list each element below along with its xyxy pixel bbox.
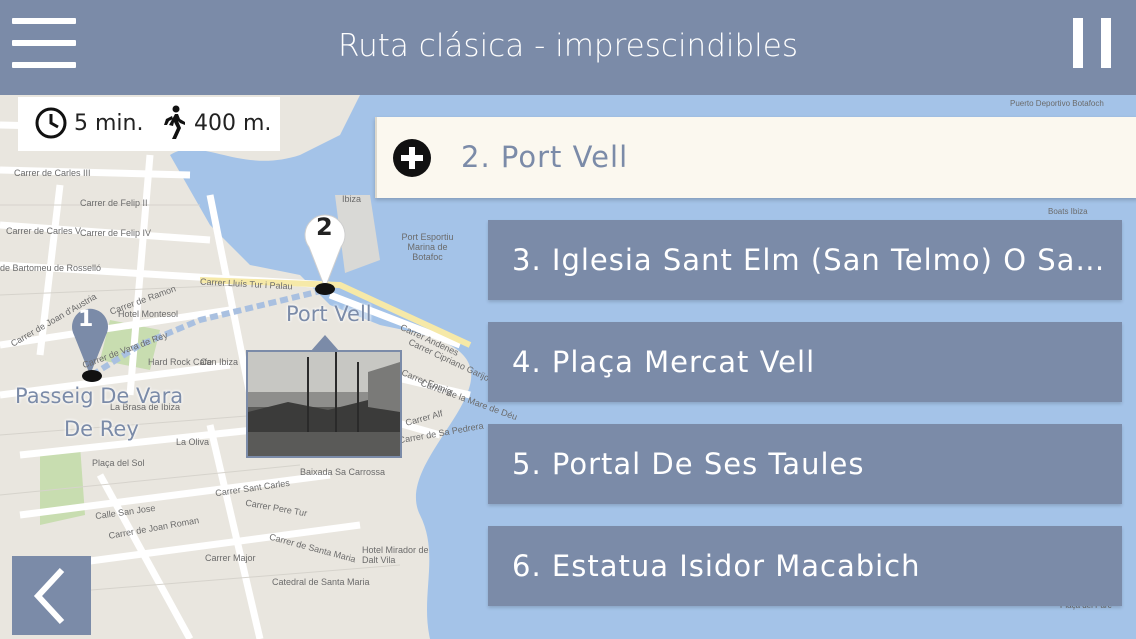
chevron-left-icon: [33, 567, 65, 625]
map-label: Baixada Sa Carrossa: [300, 467, 386, 477]
distance-text: 400 m.: [194, 111, 272, 136]
map-label: Plaça del Sol: [92, 458, 145, 468]
route-item-4[interactable]: 4. Plaça Mercat Vell: [488, 322, 1122, 402]
route-item-label: 5. Portal De Ses Taules: [512, 447, 865, 481]
route-item-label: 3. Iglesia Sant Elm (San Telmo) O Sa…: [512, 243, 1106, 277]
plus-circle-icon[interactable]: [393, 139, 431, 177]
map-label: Port Esportiu Marina de Botafoc: [401, 232, 454, 262]
pin-number-2: 2: [316, 213, 333, 241]
map-label: Carrer de Carles V: [6, 226, 82, 236]
map-label: Hotel Mirador de Dalt Vila: [362, 545, 429, 565]
map-label: Catedral de Santa Maria: [272, 577, 370, 587]
page-title: Ruta clásica - imprescindibles: [337, 28, 799, 64]
map-label: Can Ibiza: [200, 357, 239, 367]
route-item-active[interactable]: 2. Port Vell: [375, 117, 1136, 198]
hamburger-menu-icon[interactable]: [12, 18, 76, 68]
map-label: Boats Ibiza: [1048, 207, 1088, 216]
map-label: Carrer Major: [205, 553, 256, 563]
map-label: La Oliva: [176, 437, 210, 447]
map-label: Carrer de Felip II: [80, 198, 148, 208]
map-label: de Bartomeu de Rosselló: [0, 263, 102, 273]
route-item-label: 4. Plaça Mercat Vell: [512, 345, 816, 379]
pin-label-1-line2: De Rey: [64, 417, 139, 441]
pin-label-1-line1: Passeig De Vara: [15, 384, 184, 408]
map-label: Carrer de Felip IV: [80, 228, 152, 238]
pin-number-1: 1: [78, 307, 94, 332]
pin-label-2: Port Vell: [286, 302, 372, 326]
pause-icon[interactable]: [1073, 18, 1111, 68]
route-item-label: 6. Estatua Isidor Macabich: [512, 549, 921, 583]
duration-text: 5 min.: [74, 111, 144, 136]
map-label: Puerto Deportivo Botafoch: [1010, 99, 1104, 108]
port-vell-photo[interactable]: [246, 350, 402, 458]
route-item-label: 2. Port Vell: [461, 140, 629, 174]
route-item-3[interactable]: 3. Iglesia Sant Elm (San Telmo) O Sa…: [488, 220, 1122, 300]
route-item-6[interactable]: 6. Estatua Isidor Macabich: [488, 526, 1122, 606]
route-item-5[interactable]: 5. Portal De Ses Taules: [488, 424, 1122, 504]
map-label: Carrer de Carles III: [14, 168, 91, 178]
back-button[interactable]: [12, 556, 91, 635]
route-info-box: 5 min. 400 m.: [18, 97, 280, 151]
header-bar: Ruta clásica - imprescindibles: [0, 0, 1136, 95]
map-label: Ibiza: [342, 194, 362, 204]
